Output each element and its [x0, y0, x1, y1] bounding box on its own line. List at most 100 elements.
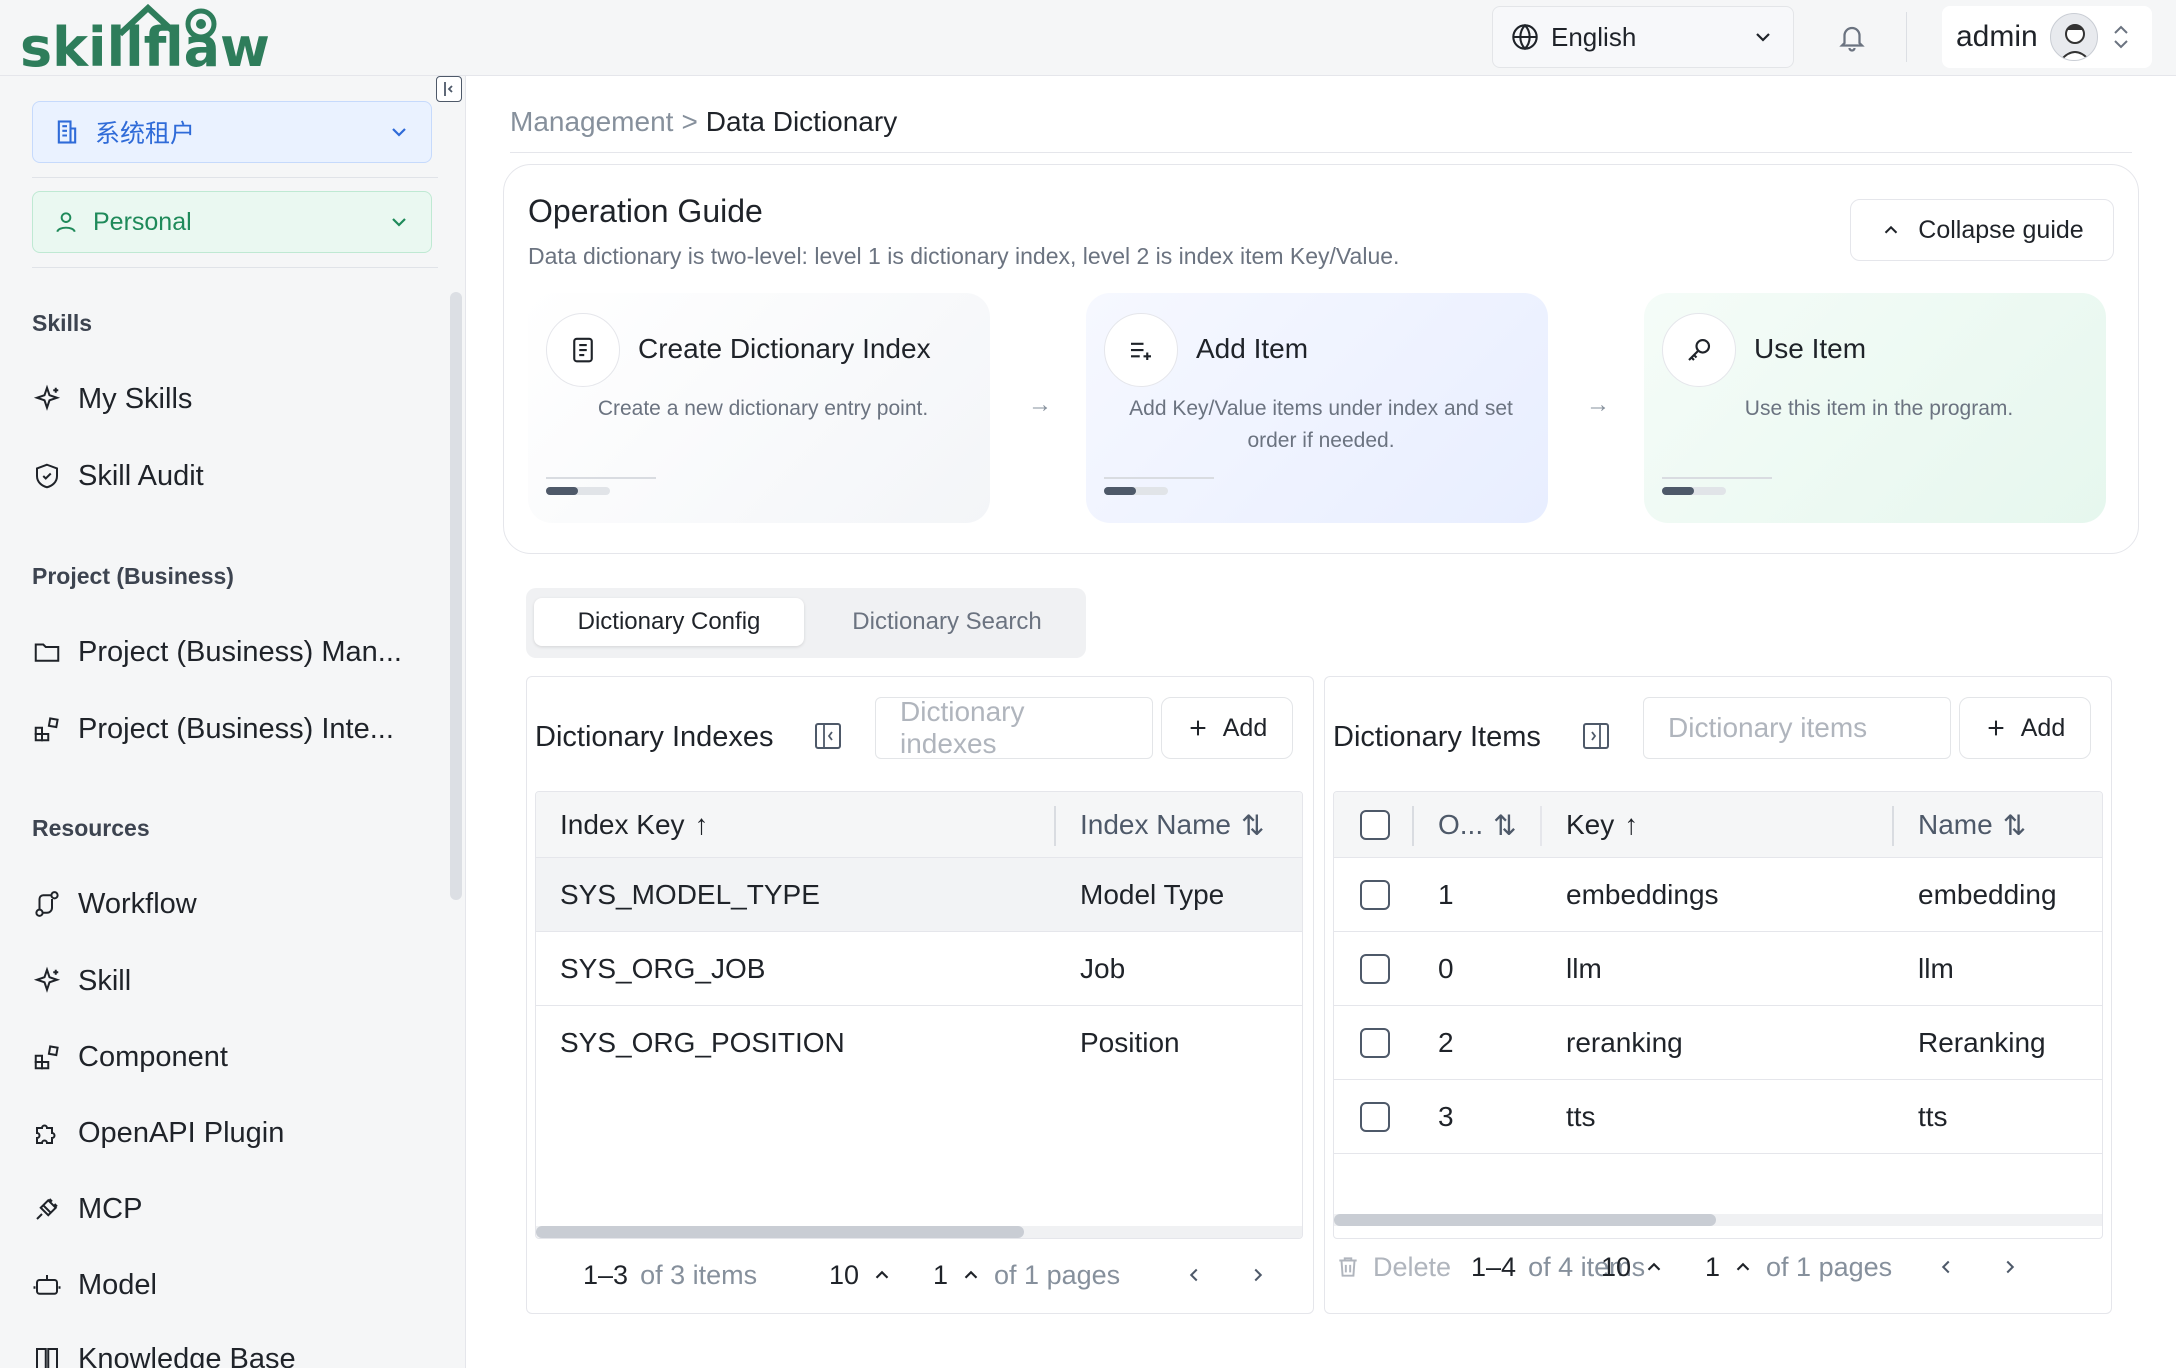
delete-button[interactable]: Delete: [1335, 1247, 1451, 1287]
collapse-left-icon: [444, 82, 453, 96]
cell-index-name: Position: [1080, 1027, 1180, 1058]
sidebar-item-project-integration[interactable]: Project (Business) Inte...: [32, 704, 432, 754]
panel-collapse-icon[interactable]: [815, 723, 841, 749]
shield-check-icon: [36, 463, 58, 489]
globe-icon: [1512, 23, 1538, 51]
prev-page-button[interactable]: [1935, 1247, 1957, 1287]
column-order[interactable]: O... ⇅: [1438, 792, 1517, 858]
user-menu[interactable]: admin: [1942, 6, 2152, 68]
guide-step-create-index: Create Dictionary Index Create a new dic…: [528, 293, 990, 523]
column-label: Index Key: [560, 809, 685, 840]
page-size-value: 10: [829, 1259, 860, 1290]
row-checkbox[interactable]: [1360, 1028, 1390, 1058]
column-divider[interactable]: [1892, 806, 1894, 846]
column-index-name[interactable]: Index Name ⇅: [1080, 792, 1264, 858]
horizontal-scrollbar[interactable]: [536, 1226, 1302, 1238]
column-name[interactable]: Name ⇅: [1918, 792, 2026, 858]
workspace-label: Personal: [93, 207, 192, 236]
step-description: Create a new dictionary entry point.: [597, 397, 929, 420]
collapse-guide-button[interactable]: Collapse guide: [1850, 199, 2114, 261]
row-checkbox[interactable]: [1360, 954, 1390, 984]
row-checkbox[interactable]: [1360, 880, 1390, 910]
workspace-select[interactable]: Personal: [32, 191, 432, 253]
page-select[interactable]: 1 of 1 pages: [1705, 1247, 1892, 1287]
table-row[interactable]: SYS_ORG_POSITION Position: [536, 1006, 1302, 1080]
column-divider[interactable]: [1412, 806, 1414, 846]
breadcrumb-parent[interactable]: Management: [510, 106, 673, 138]
select-all-checkbox[interactable]: [1360, 792, 1390, 858]
checkbox[interactable]: [1360, 810, 1390, 840]
page-select[interactable]: 1 of 1 pages: [933, 1255, 1120, 1295]
sidebar-item-knowledge-base[interactable]: Knowledge Base: [32, 1334, 432, 1368]
table-row[interactable]: SYS_MODEL_TYPE Model Type: [536, 858, 1302, 932]
building-icon: [57, 120, 77, 144]
guide-step-use-item: Use Item Use this item in the program.: [1644, 293, 2106, 523]
sidebar-item-project-management[interactable]: Project (Business) Man...: [32, 627, 432, 677]
sidebar-item-label: My Skills: [78, 382, 193, 415]
sidebar-item-openapi-plugin[interactable]: OpenAPI Plugin: [32, 1108, 432, 1158]
item-search-input[interactable]: Dictionary items: [1643, 697, 1951, 759]
table-row[interactable]: 2 reranking Reranking: [1334, 1006, 2102, 1080]
sidebar-item-label: Component: [78, 1040, 228, 1073]
sidebar-collapse-button[interactable]: [436, 76, 462, 102]
table-row[interactable]: 3 tts tts: [1334, 1080, 2102, 1154]
sidebar-item-workflow[interactable]: Workflow: [32, 879, 432, 929]
cell-key: embeddings: [1566, 879, 1719, 910]
scrollbar-thumb[interactable]: [536, 1226, 1024, 1238]
row-checkbox[interactable]: [1360, 1102, 1390, 1132]
table-row[interactable]: SYS_ORG_JOB Job: [536, 932, 1302, 1006]
step-title: Use Item: [1754, 333, 1867, 364]
step-description: Add Key/Value items under index and set …: [1129, 397, 1513, 452]
column-label: O...: [1438, 809, 1484, 840]
scrollbar-thumb[interactable]: [1334, 1214, 1716, 1226]
next-page-button[interactable]: [1999, 1247, 2021, 1287]
page-size-select[interactable]: 10: [829, 1255, 893, 1295]
step-progress-fill: [546, 487, 578, 495]
table-row[interactable]: 1 embeddings embedding: [1334, 858, 2102, 932]
panel-expand-icon[interactable]: [1583, 723, 1609, 749]
column-divider[interactable]: [1054, 806, 1056, 846]
chevron-down-icon: [1756, 33, 1770, 42]
language-select[interactable]: English: [1492, 6, 1794, 68]
sidebar-item-my-skills[interactable]: My Skills: [32, 374, 432, 424]
panel-title: Dictionary Indexes: [535, 721, 774, 753]
sidebar-item-label: Workflow: [78, 887, 197, 920]
sidebar-item-skill[interactable]: Skill: [32, 956, 432, 1006]
add-index-button[interactable]: Add: [1161, 697, 1293, 759]
add-label: Add: [2020, 713, 2066, 742]
collapse-guide-label: Collapse guide: [1918, 215, 2084, 244]
sort-both-icon: ⇅: [1240, 809, 1265, 841]
breadcrumb-divider: [510, 152, 2132, 153]
tab-dictionary-search[interactable]: Dictionary Search: [816, 598, 1078, 646]
prev-page-button[interactable]: [1183, 1255, 1205, 1295]
step-title: Create Dictionary Index: [638, 333, 931, 364]
tenant-select[interactable]: 系统租户: [32, 101, 432, 163]
sparkle-icon: [33, 384, 61, 411]
breadcrumb: Management > Data Dictionary: [510, 106, 897, 138]
step-divider: [1662, 477, 1772, 479]
list-plus-icon: [1104, 313, 1178, 387]
column-divider[interactable]: [1540, 806, 1542, 846]
horizontal-scrollbar[interactable]: [1334, 1214, 2102, 1226]
page-value: 1: [1705, 1251, 1721, 1282]
page-size-select[interactable]: 10: [1601, 1247, 1665, 1287]
sidebar-item-component[interactable]: Component: [32, 1032, 432, 1082]
table-row[interactable]: 0 llm llm: [1334, 932, 2102, 1006]
sidebar-item-mcp[interactable]: MCP: [32, 1184, 432, 1234]
book-icon: [36, 1348, 58, 1368]
sidebar-item-model[interactable]: Model: [32, 1260, 432, 1310]
notifications-button[interactable]: [1834, 18, 1870, 58]
skillflaw-logo[interactable]: skillflaw: [20, 4, 295, 70]
add-item-button[interactable]: Add: [1959, 697, 2091, 759]
sparkle-icon: [33, 966, 61, 993]
chevron-down-icon: [392, 128, 406, 137]
sidebar-item-label: Skill Audit: [78, 459, 204, 492]
index-search-input[interactable]: Dictionary indexes: [875, 696, 1153, 759]
tab-dictionary-config[interactable]: Dictionary Config: [534, 598, 804, 646]
next-page-button[interactable]: [1247, 1255, 1269, 1295]
guide-title: Operation Guide: [528, 193, 763, 229]
sidebar-item-skill-audit[interactable]: Skill Audit: [32, 451, 432, 501]
column-index-key[interactable]: Index Key ↑: [560, 792, 709, 858]
column-key[interactable]: Key ↑: [1566, 792, 1638, 858]
sidebar-scrollbar[interactable]: [450, 292, 462, 900]
